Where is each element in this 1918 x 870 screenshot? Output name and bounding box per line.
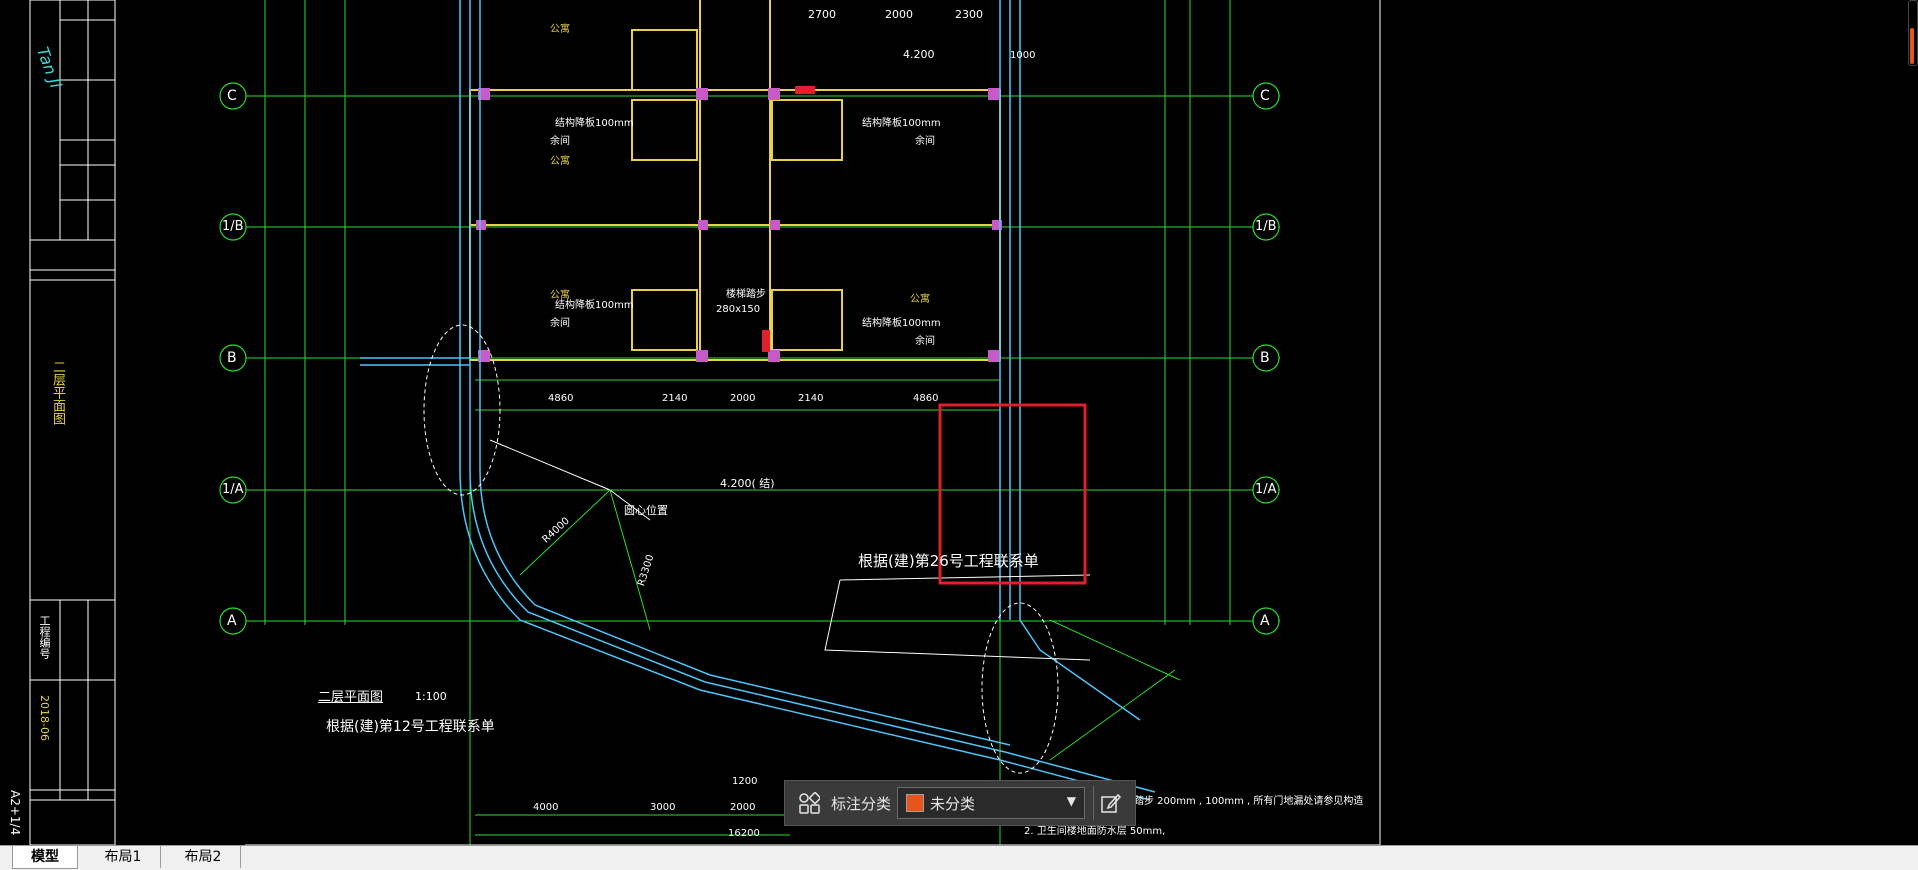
layout-tab-bar: 模型 布局1 布局2 <box>0 845 1918 870</box>
dim-text: 1200 <box>732 776 758 787</box>
notes-text: 踏步 200mm , 100mm , 所有门地漏处请参见构造 <box>1134 796 1364 807</box>
toolbar-label: 标注分类 <box>831 794 892 813</box>
title-date: 2018-06 <box>38 695 51 741</box>
room-type: 公寓 <box>550 290 570 301</box>
red-marker <box>762 330 770 352</box>
floor-plan-drawing <box>29 0 1381 845</box>
category-select[interactable]: 未分类 ▼ <box>897 787 1086 819</box>
axis-label-left: 1/B <box>222 219 244 234</box>
dim-text: 2140 <box>662 393 688 404</box>
elevation-text: 4.200( 结) <box>720 477 775 490</box>
grid-icon[interactable] <box>791 785 827 821</box>
axis-label-right: 1/B <box>1255 219 1277 234</box>
cad-canvas[interactable]: C 1/B B 1/A A C 1/B B 1/A A 2700 2000 23… <box>0 0 1918 845</box>
contact-note-26: 根据(建)第26号工程联系单 <box>858 552 1039 570</box>
chevron-down-icon: ▼ <box>1066 794 1077 808</box>
room-type: 公寓 <box>910 294 930 305</box>
dim-text: 2000 <box>730 393 756 404</box>
dim-text: 4860 <box>548 393 574 404</box>
axis-label-right: B <box>1260 350 1270 366</box>
room-sub: 余间 <box>915 336 935 347</box>
edit-icon[interactable] <box>1093 786 1128 820</box>
tab-layout1[interactable]: 布局1 <box>86 846 161 868</box>
axis-label-right: C <box>1260 88 1270 104</box>
tab-model[interactable]: 模型 <box>12 846 78 869</box>
room-type: 公寓 <box>550 156 570 167</box>
room-type: 公寓 <box>550 24 570 35</box>
radius-lines <box>519 489 1181 761</box>
red-marker-top <box>795 86 815 94</box>
category-color-swatch <box>906 794 925 812</box>
axis-label-left: A <box>227 613 237 629</box>
tab-layout2[interactable]: 布局2 <box>166 846 241 868</box>
plan-title: 二层平面图 <box>318 690 384 705</box>
elevation-top: 4.200 <box>903 48 935 61</box>
dim-text: 2300 <box>955 8 983 21</box>
room-sub: 余间 <box>915 136 935 147</box>
dim-text: 4860 <box>913 393 939 404</box>
axis-label-right: A <box>1260 613 1270 629</box>
dim-text: 2000 <box>730 802 756 813</box>
axis-label-right: 1/A <box>1255 482 1277 497</box>
plan-scale: 1:100 <box>415 690 447 703</box>
axis-label-left: C <box>227 88 237 104</box>
room-label: 结构降板100mm <box>555 118 634 129</box>
axis-label-left: B <box>227 350 237 366</box>
center-note: 圆心位置 <box>624 504 668 517</box>
dim-text: 2140 <box>798 393 824 404</box>
room-label: 结构降板100mm <box>862 318 941 329</box>
dim-text: 3000 <box>650 802 676 813</box>
title-sheet-no: A2+1/4 <box>8 790 22 836</box>
ramp-lines <box>360 0 1156 801</box>
dim-text: 2700 <box>808 8 836 21</box>
title-drawing-name: 二层平面图 <box>50 360 65 425</box>
dim-text: 1000 <box>1010 50 1036 61</box>
room-label: 结构降板100mm <box>862 118 941 129</box>
room-sub: 余间 <box>550 318 570 329</box>
category-selected-value: 未分类 <box>930 794 976 813</box>
dim-text: 2000 <box>885 8 913 21</box>
dim-text: 4000 <box>533 802 559 813</box>
dim-total: 16200 <box>728 828 760 839</box>
contact-note-12: 根据(建)第12号工程联系单 <box>326 719 495 735</box>
stair-note: 楼梯踏步 <box>726 289 766 300</box>
stair-size: 280x150 <box>716 304 761 315</box>
scrollbar-thumb[interactable] <box>1910 28 1914 64</box>
room-sub: 余间 <box>550 136 570 147</box>
annotation-category-toolbar: 标注分类 未分类 ▼ <box>784 780 1136 826</box>
title-project-no: 工程编号 <box>38 615 51 659</box>
axis-label-left: 1/A <box>222 482 244 497</box>
